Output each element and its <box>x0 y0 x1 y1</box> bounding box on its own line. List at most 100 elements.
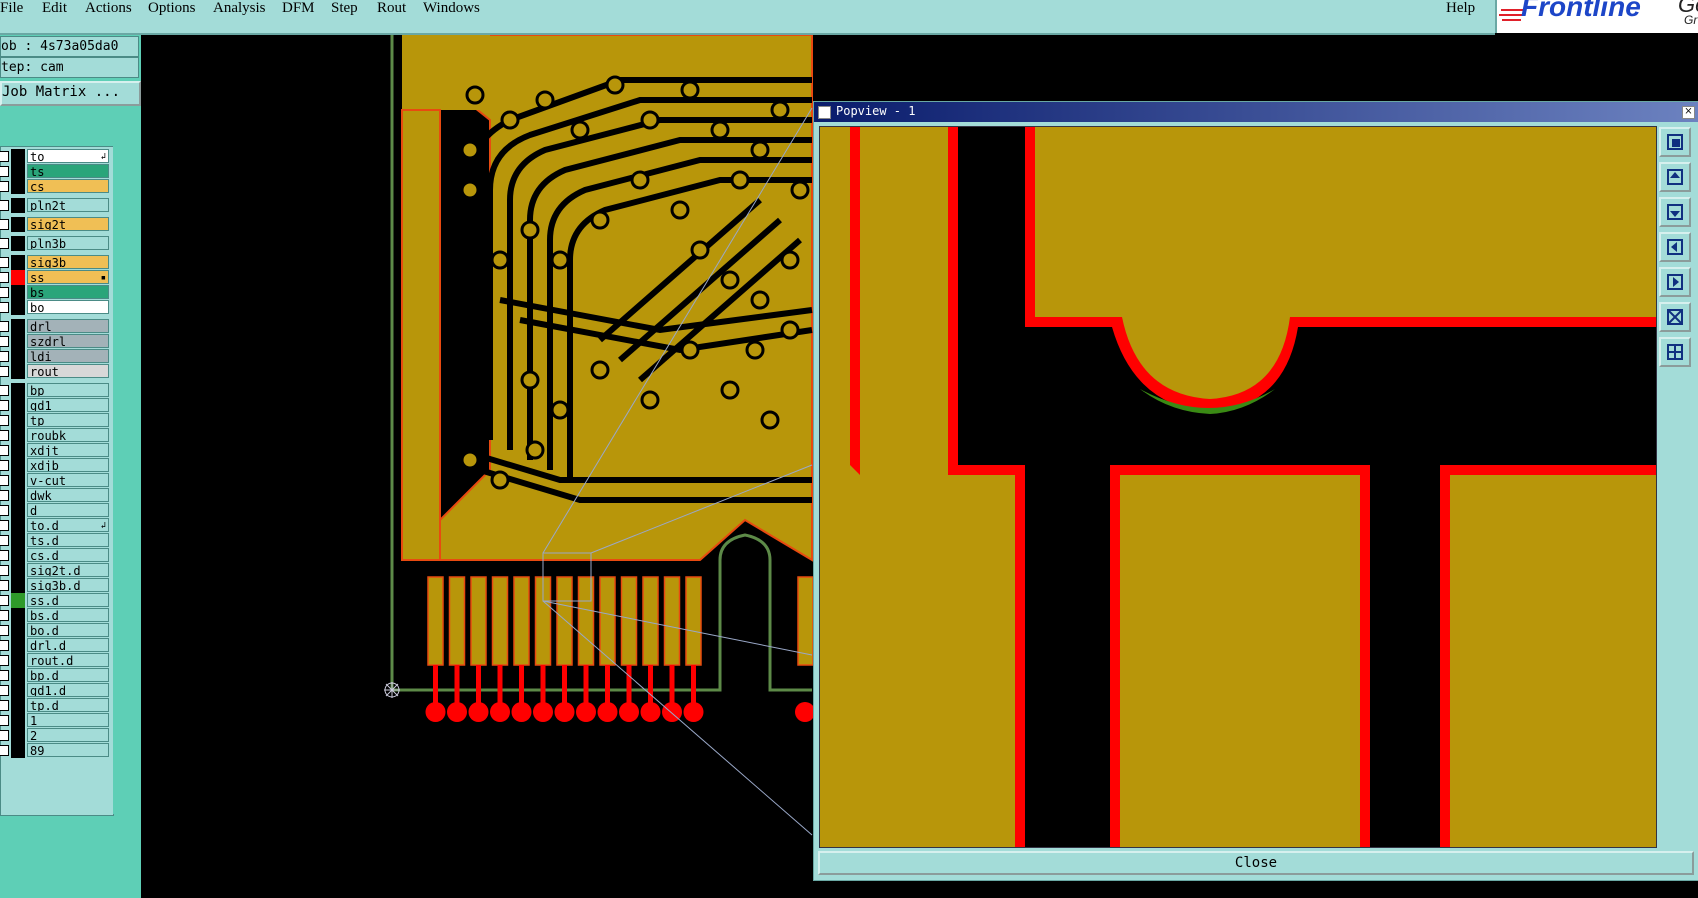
layer-row[interactable]: ts <box>0 164 111 179</box>
layer-name[interactable]: ldi <box>27 349 109 363</box>
layer-checkbox[interactable] <box>0 685 9 696</box>
layer-checkbox[interactable] <box>0 272 9 283</box>
menu-analysis[interactable]: Analysis <box>213 0 266 17</box>
layer-checkbox[interactable] <box>0 655 9 666</box>
layer-color-swatch[interactable] <box>11 503 25 518</box>
layer-name[interactable]: gd1.d <box>27 683 109 697</box>
layer-row[interactable]: ldi <box>0 349 111 364</box>
layer-checkbox[interactable] <box>0 302 9 313</box>
layer-name[interactable]: sig2t <box>27 217 109 231</box>
layer-color-swatch[interactable] <box>11 728 25 743</box>
layer-color-swatch[interactable] <box>11 255 25 270</box>
layer-row[interactable]: sig3b <box>0 255 111 270</box>
pan-left-icon[interactable] <box>1659 232 1691 262</box>
layer-row[interactable]: dwk <box>0 488 111 503</box>
layer-checkbox[interactable] <box>0 550 9 561</box>
layer-checkbox[interactable] <box>0 745 9 756</box>
layer-checkbox[interactable] <box>0 460 9 471</box>
layer-name[interactable]: to ↲ <box>27 149 109 163</box>
layer-color-swatch[interactable] <box>11 300 25 315</box>
layer-color-swatch[interactable] <box>11 473 25 488</box>
menu-actions[interactable]: Actions <box>85 0 132 17</box>
layer-row[interactable]: ss.d <box>0 593 111 608</box>
layer-row[interactable]: ts.d <box>0 533 111 548</box>
pan-up-icon[interactable] <box>1659 162 1691 192</box>
layer-name[interactable]: bs <box>27 285 109 299</box>
layer-name[interactable]: szdrl <box>27 334 109 348</box>
layer-row[interactable]: bo <box>0 300 111 315</box>
layer-color-swatch[interactable] <box>11 383 25 398</box>
layer-row[interactable]: cs <box>0 179 111 194</box>
layer-color-swatch[interactable] <box>11 364 25 379</box>
window-menu-icon[interactable] <box>818 106 831 119</box>
layer-name[interactable]: cs <box>27 179 109 193</box>
layer-row[interactable]: bo.d <box>0 623 111 638</box>
job-matrix-button[interactable]: Job Matrix ... <box>0 81 141 106</box>
layer-checkbox[interactable] <box>0 166 9 177</box>
layer-row[interactable]: bp <box>0 383 111 398</box>
layer-row[interactable]: gd1.d <box>0 683 111 698</box>
layer-checkbox[interactable] <box>0 475 9 486</box>
layer-color-swatch[interactable] <box>11 179 25 194</box>
layer-name[interactable]: bo <box>27 300 109 314</box>
layer-name[interactable]: tp <box>27 413 109 427</box>
layer-checkbox[interactable] <box>0 730 9 741</box>
layer-checkbox[interactable] <box>0 321 9 332</box>
layer-name[interactable]: pln2t <box>27 198 109 212</box>
popview-titlebar[interactable]: Popview - 1 × <box>814 102 1698 122</box>
layer-checkbox[interactable] <box>0 400 9 411</box>
layer-color-swatch[interactable] <box>11 698 25 713</box>
layer-name[interactable]: rout <box>27 364 109 378</box>
layer-name[interactable]: bs.d <box>27 608 109 622</box>
layer-row[interactable]: rout.d <box>0 653 111 668</box>
popview-canvas[interactable] <box>819 126 1657 848</box>
layer-row[interactable]: sig2t <box>0 217 111 232</box>
layer-color-swatch[interactable] <box>11 398 25 413</box>
layer-checkbox[interactable] <box>0 366 9 377</box>
zoom-in-icon[interactable] <box>1659 337 1691 367</box>
layer-color-swatch[interactable] <box>11 533 25 548</box>
layer-row[interactable]: xdjt <box>0 443 111 458</box>
menu-dfm[interactable]: DFM <box>282 0 315 17</box>
layer-row[interactable]: gd1 <box>0 398 111 413</box>
layer-name[interactable]: d <box>27 503 109 517</box>
layer-row[interactable]: tp.d <box>0 698 111 713</box>
close-icon[interactable]: × <box>1682 106 1695 119</box>
layer-color-swatch[interactable] <box>11 349 25 364</box>
layer-checkbox[interactable] <box>0 238 9 249</box>
layer-color-swatch[interactable] <box>11 413 25 428</box>
layer-name[interactable]: roubk <box>27 428 109 442</box>
layer-name[interactable]: v-cut <box>27 473 109 487</box>
layer-color-swatch[interactable] <box>11 563 25 578</box>
layer-name[interactable]: bo.d <box>27 623 109 637</box>
layer-row[interactable]: ss ▪ <box>0 270 111 285</box>
layer-color-swatch[interactable] <box>11 458 25 473</box>
layer-name[interactable]: ts.d <box>27 533 109 547</box>
layer-checkbox[interactable] <box>0 505 9 516</box>
layer-checkbox[interactable] <box>0 351 9 362</box>
popview-close-button[interactable]: Close <box>818 851 1694 875</box>
layer-color-swatch[interactable] <box>11 217 25 232</box>
layer-checkbox[interactable] <box>0 181 9 192</box>
layer-row[interactable]: 2 <box>0 728 111 743</box>
menu-file[interactable]: File <box>0 0 23 17</box>
menu-options[interactable]: Options <box>148 0 196 17</box>
menu-windows[interactable]: Windows <box>423 0 480 17</box>
layer-checkbox[interactable] <box>0 715 9 726</box>
layer-checkbox[interactable] <box>0 535 9 546</box>
layer-color-swatch[interactable] <box>11 270 25 285</box>
layer-checkbox[interactable] <box>0 670 9 681</box>
layer-color-swatch[interactable] <box>11 164 25 179</box>
zoom-out-icon[interactable] <box>1659 302 1691 332</box>
layer-row[interactable]: bs <box>0 285 111 300</box>
layer-row[interactable]: d <box>0 503 111 518</box>
layer-row[interactable]: v-cut <box>0 473 111 488</box>
layer-checkbox[interactable] <box>0 625 9 636</box>
layer-row[interactable]: to ↲ <box>0 149 111 164</box>
layer-checkbox[interactable] <box>0 610 9 621</box>
layer-checkbox[interactable] <box>0 445 9 456</box>
layer-color-swatch[interactable] <box>11 653 25 668</box>
layer-color-swatch[interactable] <box>11 683 25 698</box>
layer-row[interactable]: 1 <box>0 713 111 728</box>
layer-color-swatch[interactable] <box>11 638 25 653</box>
